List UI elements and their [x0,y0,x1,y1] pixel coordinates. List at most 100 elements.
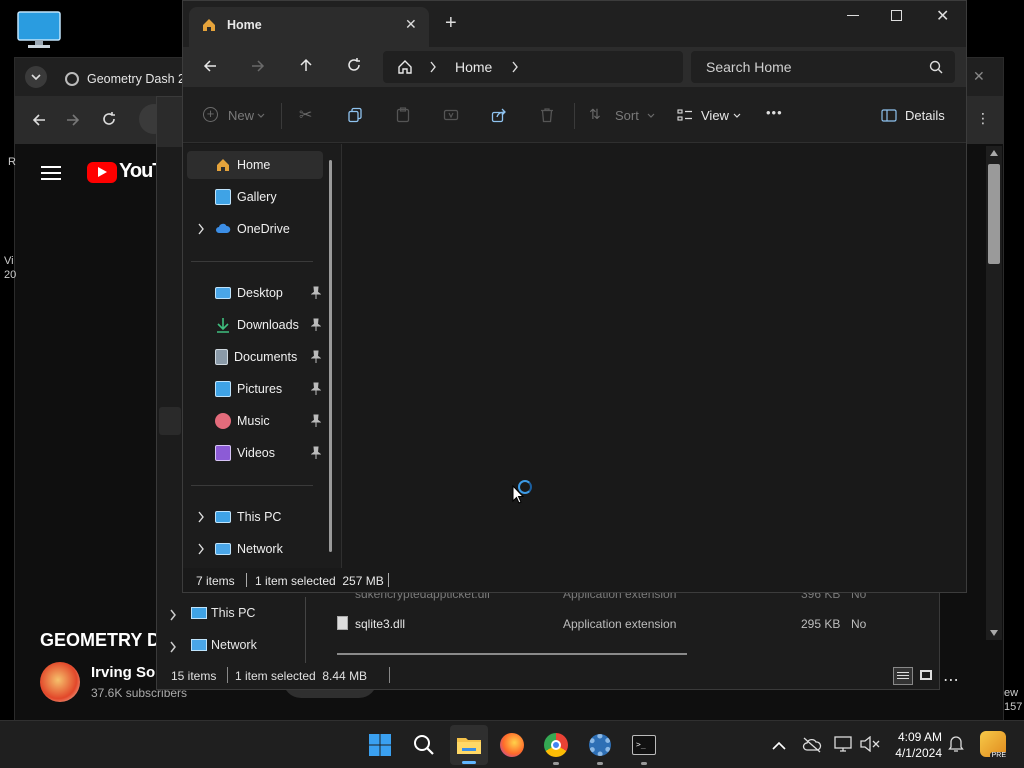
youtube-logo-icon[interactable] [87,162,117,183]
sidebar-item-gallery[interactable]: Gallery [187,183,323,211]
clock-date[interactable]: 4/1/2024 [884,746,942,760]
new-button[interactable]: + New [203,107,283,125]
search-taskbar-button[interactable] [408,729,440,761]
delete-icon[interactable] [539,107,555,123]
taskbar-terminal[interactable]: >_ [628,729,660,765]
sidebar-item-home[interactable]: Home [187,151,323,179]
sidebar-item-network[interactable]: Network [187,535,323,563]
sidebar-item-label: Network [237,542,283,556]
refresh-icon[interactable] [346,57,362,73]
nav-item-network[interactable]: Network [167,635,307,659]
chevron-right-icon[interactable] [511,61,519,73]
sidebar-item-documents[interactable]: Documents [187,343,323,371]
view-button[interactable]: View [677,107,747,125]
document-icon [215,349,228,365]
more-options-icon[interactable]: ••• [766,105,783,120]
copilot-icon[interactable]: PRE [980,731,1008,759]
search-box[interactable]: Search Home [691,51,955,83]
cut-icon[interactable]: ✂ [299,105,312,125]
chevron-right-icon[interactable] [197,511,205,523]
globe-icon [65,72,79,86]
table-row[interactable]: sqlite3.dll Application extension 295 KB… [337,615,917,635]
sidebar-item-desktop[interactable]: Desktop [187,279,323,307]
vertical-scrollbar[interactable] [986,146,1002,640]
forward-arrow-icon[interactable] [65,112,81,128]
home-icon [398,60,412,74]
pin-icon[interactable] [311,286,321,300]
sidebar-item-label: Downloads [237,318,299,332]
minimize-button[interactable] [847,15,859,16]
copy-icon[interactable] [347,107,363,123]
taskbar-firefox[interactable] [496,729,528,761]
explorer-address-bar-row: Home Search Home [183,47,966,87]
tab-search-button[interactable] [25,66,47,88]
volume-muted-icon[interactable] [860,736,880,752]
sidebar-item-videos[interactable]: Videos [187,439,323,467]
taskbar-file-explorer[interactable] [450,725,488,765]
search-input[interactable]: Search Home [706,59,792,75]
nav-scrollbar-thumb[interactable] [329,160,332,552]
back-arrow-icon[interactable] [31,112,47,128]
taskbar-chrome[interactable] [540,729,572,765]
sidebar-item-music[interactable]: Music [187,407,323,435]
up-arrow-icon[interactable] [298,57,314,73]
pin-icon[interactable] [311,318,321,332]
sidebar-item-this-pc[interactable]: This PC [187,503,323,531]
start-button[interactable] [364,729,396,761]
tiles-view-button[interactable] [917,667,935,685]
toolbar-divider [281,103,282,129]
notification-bell-icon[interactable] [948,735,964,753]
horizontal-scrollbar[interactable] [337,653,687,655]
desktop-icon [215,287,231,299]
more-vert-icon[interactable]: ⋮ [976,110,990,127]
pin-icon[interactable] [311,414,321,428]
chevron-right-icon[interactable] [197,543,205,555]
breadcrumb-current[interactable]: Home [455,59,492,75]
taskbar-settings[interactable] [584,729,616,765]
sidebar-item-pictures[interactable]: Pictures [187,375,323,403]
details-pane-button[interactable]: Details [881,107,951,125]
close-tab-icon[interactable]: ✕ [973,68,985,85]
chevron-right-icon[interactable] [197,223,205,235]
nav-item-this-pc[interactable]: This PC [167,603,307,627]
details-view-button[interactable] [893,667,913,685]
channel-avatar[interactable] [40,662,80,702]
toolbar-divider [574,103,575,129]
pin-icon[interactable] [311,446,321,460]
sort-button[interactable]: ⇅ Sort [589,106,659,125]
search-icon[interactable] [929,60,943,74]
new-tab-button[interactable]: + [445,13,457,33]
close-tab-icon[interactable]: ✕ [405,16,417,33]
channel-name[interactable]: Irving Sol [91,664,159,681]
sidebar-item-downloads[interactable]: Downloads [187,311,323,339]
address-bar[interactable]: Home [383,51,683,83]
chevron-down-icon [733,113,741,118]
menu-icon[interactable] [41,166,61,180]
maximize-button[interactable] [891,10,902,21]
music-icon [215,413,231,429]
desktop-computer-icon[interactable] [16,10,62,50]
status-divider [246,573,247,587]
forward-arrow-icon[interactable] [250,58,266,74]
onedrive-offline-icon[interactable] [802,737,822,753]
pin-icon[interactable] [311,382,321,396]
clock-time[interactable]: 4:09 AM [890,730,942,744]
rename-icon[interactable] [443,107,459,123]
home-icon [203,19,215,31]
more-options-icon[interactable]: ⋯ [943,670,959,690]
back-arrow-icon[interactable] [202,58,218,74]
reload-icon[interactable] [101,111,117,127]
tab-home[interactable]: Home ✕ [189,7,429,47]
share-icon[interactable] [491,107,507,123]
file-name: sqlite3.dll [355,617,406,631]
content-area[interactable] [341,144,966,568]
pin-icon[interactable] [311,350,321,364]
file-size: 295 KB [801,617,841,631]
chrome-tab[interactable]: Geometry Dash 2.2 [59,62,189,96]
network-status-icon[interactable] [834,736,852,752]
paste-icon[interactable] [395,107,411,123]
close-window-button[interactable]: ✕ [936,6,949,26]
chevron-up-icon[interactable] [772,741,786,750]
sidebar-item-onedrive[interactable]: OneDrive [187,215,323,243]
terminal-icon: >_ [632,735,656,755]
